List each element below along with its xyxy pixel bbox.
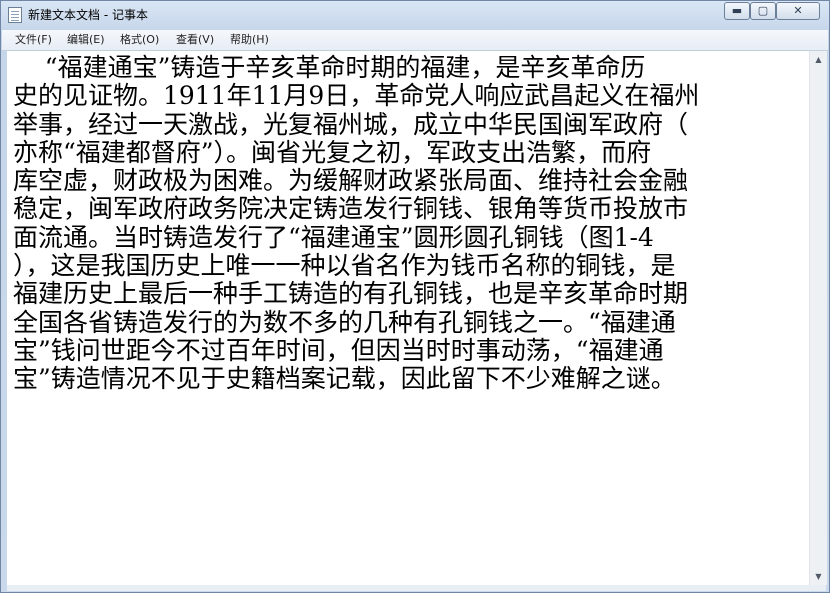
menu-format[interactable]: 格式(O)	[120, 33, 159, 47]
menu-edit[interactable]: 编辑(E)	[67, 33, 105, 47]
bottom-edge	[7, 585, 826, 591]
window-title: 新建文本文档 - 记事本	[28, 8, 148, 22]
text-editor-area[interactable]: “福建通宝”铸造于辛亥革命时期的福建，是辛亥革命历 史的见证物。1911年11月…	[7, 51, 809, 585]
text-line: 库空虚，财政极为困难。为缓解财政紧张局面、维持社会金融	[13, 166, 689, 196]
text-line: 宝”钱问世距今不过百年时间，但因当时时事动荡，“福建通	[13, 335, 664, 365]
text-line: 福建历史上最后一种手工铸造的有孔铜钱，也是辛亥革命时期	[13, 279, 689, 309]
notepad-app-icon[interactable]	[8, 7, 22, 23]
text-line: ），这是我国历史上唯一一种以省名作为钱币名称的铜钱，是	[13, 251, 676, 281]
text-line: 宝”铸造情况不见于史籍档案记载，因此留下不少难解之谜。	[13, 364, 676, 394]
text-line: 亦称“福建都督府”）。闽省光复之初，军政支出浩繁，而府	[13, 137, 652, 167]
text-line: “福建通宝”铸造于辛亥革命时期的福建，是辛亥革命历	[13, 53, 646, 82]
menu-file[interactable]: 文件(F)	[15, 33, 52, 47]
menu-help[interactable]: 帮助(H)	[230, 33, 269, 47]
vertical-scrollbar[interactable]: ▲ ▼	[809, 51, 827, 585]
menu-view[interactable]: 查看(V)	[176, 33, 214, 47]
scroll-up-icon[interactable]: ▲	[810, 51, 827, 68]
document-text: “福建通宝”铸造于辛亥革命时期的福建，是辛亥革命历 史的见证物。1911年11月…	[13, 53, 801, 394]
maximize-button[interactable]: ▢	[750, 2, 776, 20]
scroll-down-icon[interactable]: ▼	[810, 568, 827, 585]
text-line: 全国各省铸造发行的为数不多的几种有孔铜钱之一。“福建通	[13, 307, 676, 337]
minimize-button[interactable]: ▬	[724, 2, 750, 20]
close-button[interactable]: ✕	[776, 2, 820, 20]
text-line: 稳定，闽军政府政务院决定铸造发行铜钱、银角等货币投放市	[13, 194, 689, 224]
notepad-window: 新建文本文档 - 记事本 ▬ ▢ ✕ 文件(F) 编辑(E) 格式(O) 查看(…	[0, 0, 830, 593]
text-line: 举事，经过一天激战，光复福州城，成立中华民国闽军政府（	[13, 109, 689, 139]
text-line: 面流通。当时铸造发行了“福建通宝”圆形圆孔铜钱（图1-4	[13, 222, 654, 252]
title-bar[interactable]: 新建文本文档 - 记事本 ▬ ▢ ✕	[1, 1, 829, 29]
menu-bar: 文件(F) 编辑(E) 格式(O) 查看(V) 帮助(H)	[2, 30, 828, 51]
text-line: 史的见证物。1911年11月9日，革命党人响应武昌起义在福州	[13, 81, 700, 111]
